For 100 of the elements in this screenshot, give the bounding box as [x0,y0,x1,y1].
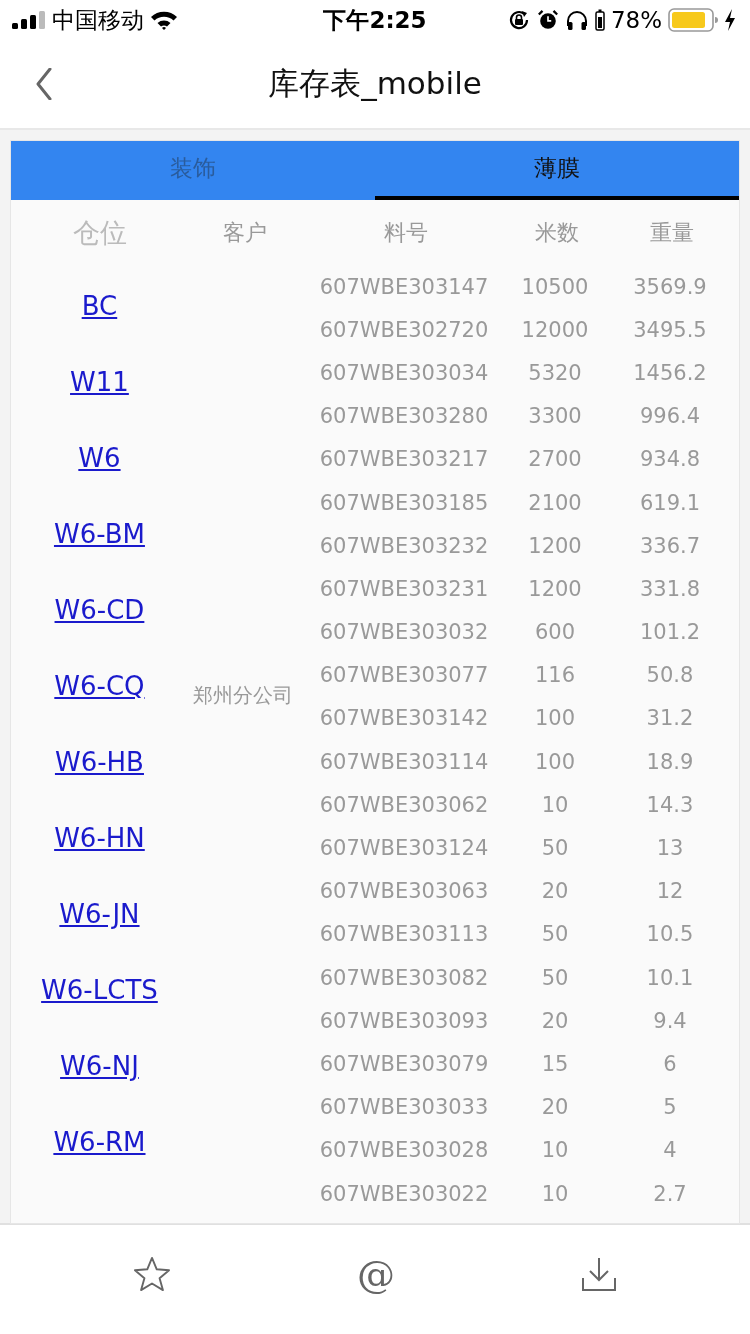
table-cell-text: 116 [533,663,577,688]
table-cell-text: 1456.2 [632,360,708,385]
table-cell-text: 607WBE303034 [318,360,490,385]
table-cell-text: 607WBE303063 [318,879,490,904]
table-cell-text: 10 [540,1181,570,1206]
table-cell-text: 101.2 [638,620,702,645]
table-cell-text: 336.7 [638,533,702,558]
battery-icon [668,8,718,32]
location-link[interactable]: W6 [78,443,121,473]
table-cell-text: 31.2 [645,706,695,731]
table-cell-text: 607WBE303022 [318,1181,490,1206]
signal-icon [12,11,46,29]
table-cell-text: 9.4 [652,1008,688,1033]
table-cell-text: 10.1 [645,965,695,990]
table-cell-text: 607WBE303232 [318,533,490,558]
table-cell-text: 607WBE303093 [318,1008,490,1033]
table-cell-text: 20 [540,879,570,904]
table-cell-text: 15 [540,1051,570,1076]
table-cell-text: 5320 [527,360,583,385]
table-cell-text: 607WBE303113 [318,922,490,947]
alarm-clock-icon [536,9,559,31]
table-cell-text: 18.9 [645,749,695,774]
location-link[interactable]: W6-LCTS [41,975,158,1005]
wifi-icon [150,10,178,30]
table-cell-text: 3495.5 [632,317,708,342]
table-cell-text: 5 [662,1095,678,1120]
download-icon [581,1255,617,1292]
location-link[interactable]: W6-RM [53,1127,146,1157]
table-cell-text: 50 [540,922,570,947]
table-cell-text: 607WBE303185 [318,490,490,515]
table-cell-text: 331.8 [638,576,702,601]
table-cell-text: 100 [533,706,577,731]
table-cell-text: 1200 [527,576,583,601]
column-header: 料号 [383,218,429,247]
table-cell-text: 50 [540,836,570,861]
location-link[interactable]: W6-CQ [54,671,145,701]
table-cell-text: 6 [662,1051,678,1076]
table-cell-text: 607WBE303124 [318,836,490,861]
table-cell-text: 2700 [527,447,583,472]
column-header: 客户 [222,218,268,247]
column-header: 仓位 [72,215,128,250]
table-cell-text: 607WBE303231 [318,576,490,601]
table-cell-text: 10 [540,1138,570,1163]
table-cell-text: 607WBE302720 [318,317,490,342]
table-cell-text: 2.7 [652,1181,688,1206]
table-cell-text: 607WBE303147 [318,274,490,299]
table-cell-text: 934.8 [638,447,702,472]
table-cell-text: 607WBE303032 [318,620,490,645]
star-icon [133,1255,171,1292]
table-cell-text: 20 [540,1008,570,1033]
battery-percent: 78% [610,7,662,33]
back-chevron-icon [36,68,52,100]
table-cell-text: 607WBE303280 [318,404,490,429]
table-cell-text: 10 [540,792,570,817]
headphone-battery-icon [594,9,605,31]
table-cell-text: 12 [655,879,685,904]
tab[interactable]: 薄膜 [375,141,739,200]
table-cell-text: 10500 [520,274,590,299]
table-cell-text: 2100 [527,490,583,515]
table-cell-text: 600 [533,620,577,645]
table-cell-text: 12000 [520,317,590,342]
charging-bolt-icon [724,9,736,31]
table-cell-text: 607WBE303079 [318,1051,490,1076]
location-link[interactable]: W6-HN [54,823,145,853]
table-cell-text: 607WBE303217 [318,447,490,472]
carrier-name: 中国移动 [52,5,144,35]
table-cell-text: 607WBE303114 [318,749,490,774]
table-cell-text: 996.4 [638,404,702,429]
page-title: 库存表_mobile [268,64,482,103]
location-link[interactable]: W11 [70,367,129,397]
table-cell-text: 607WBE303033 [318,1095,490,1120]
location-link[interactable]: BC [81,291,118,321]
table-cell: 郑州分公司 [193,682,294,709]
table-cell-text: 619.1 [638,490,702,515]
location-link[interactable]: W6-BM [53,519,145,549]
table-cell-text: 50 [540,965,570,990]
table-cell-text: 100 [533,749,577,774]
status-time: 下午2:25 [323,5,427,35]
mention-button[interactable]: @ [353,1250,399,1297]
location-link[interactable]: W6-NJ [60,1051,139,1081]
table-cell-text: 50.8 [645,663,695,688]
table-cell-text: 607WBE303062 [318,792,490,817]
table-cell-text: 607WBE303077 [318,663,490,688]
table-cell-text: 14.3 [645,792,695,817]
location-link[interactable]: W6-HB [54,747,144,777]
table-cell-text: 607WBE303082 [318,965,490,990]
location-link[interactable]: W6-CD [54,595,145,625]
table-cell-text: 4 [662,1138,678,1163]
table-cell-text: 10.5 [645,922,695,947]
column-header: 重量 [649,218,695,247]
table-cell-text: 13 [655,836,685,861]
table-cell-text: 3300 [527,404,583,429]
headphones-icon [564,8,589,32]
table-cell-text: 1200 [527,533,583,558]
table-cell-text: 20 [540,1095,570,1120]
location-link[interactable]: W6-JN [59,899,140,929]
table-cell-text: 607WBE303142 [318,706,490,731]
table-cell-text: 3569.9 [632,274,708,299]
table-cell-text: 607WBE303028 [318,1138,490,1163]
column-header: 米数 [534,218,580,247]
